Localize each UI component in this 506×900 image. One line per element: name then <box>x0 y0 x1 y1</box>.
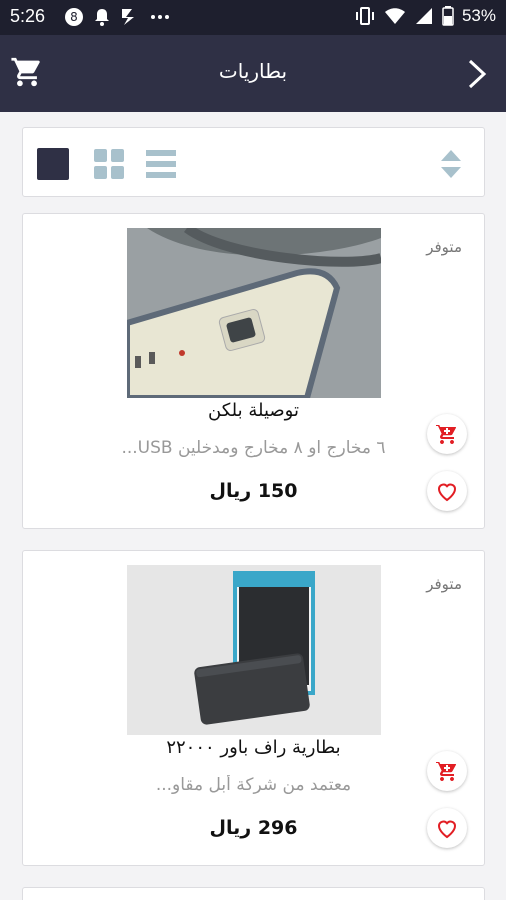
svg-text:8: 8 <box>70 10 78 24</box>
product-image-power-bank[interactable] <box>127 565 381 735</box>
circle-8-icon: 8 <box>65 8 83 26</box>
heart-icon <box>437 820 457 839</box>
app-bar: بطاريات <box>0 35 506 112</box>
vibrate-icon <box>355 7 374 25</box>
bell-icon <box>95 9 109 26</box>
heart-icon <box>437 483 457 502</box>
product-price: 150 ريال <box>209 480 298 502</box>
view-toolbar <box>22 127 485 197</box>
product-card[interactable]: متوفر توصيلة بلكن ٦ مخارج او ٨ مخارج ومد… <box>22 213 485 529</box>
cell-signal-icon <box>415 8 432 24</box>
product-image-power-strip[interactable] <box>127 228 381 398</box>
battery-icon <box>442 6 454 26</box>
sort-icon[interactable] <box>440 148 462 180</box>
product-price: 296 ريال <box>209 817 298 839</box>
add-cart-icon <box>436 761 457 781</box>
product-card[interactable]: متوفر بطارية راف باور ٢٢٠٠٠ معتمد من شرك… <box>22 550 485 866</box>
grid-view-icon[interactable] <box>93 148 125 180</box>
status-time: 5:26 <box>10 6 46 26</box>
product-name: توصيلة بلكن <box>208 400 299 421</box>
stock-status: متوفر <box>426 238 462 256</box>
favorite-button[interactable] <box>427 471 467 511</box>
page-title: بطاريات <box>218 59 288 83</box>
product-card[interactable] <box>22 887 485 900</box>
list-view-icon[interactable] <box>145 148 177 180</box>
single-view-icon[interactable] <box>37 148 69 180</box>
battery-percent: 53% <box>461 6 496 25</box>
stock-status: متوفر <box>426 575 462 593</box>
wifi-icon <box>384 8 405 24</box>
product-description: ٦ مخارج او ٨ مخارج ومدخلين USB... <box>121 438 386 458</box>
chevron-right-icon <box>468 59 487 89</box>
add-cart-icon <box>436 424 457 444</box>
back-button[interactable] <box>462 57 492 91</box>
status-right: 53% <box>354 6 496 26</box>
product-name: بطارية راف باور ٢٢٠٠٠ <box>166 737 341 758</box>
more-dots-icon <box>151 15 169 19</box>
add-to-cart-button[interactable] <box>427 751 467 791</box>
favorite-button[interactable] <box>427 808 467 848</box>
add-to-cart-button[interactable] <box>427 414 467 454</box>
sim-signal-icon <box>122 9 134 25</box>
status-left-icons: 8 <box>64 7 170 27</box>
status-bar: 5:26 8 53% <box>0 0 506 35</box>
product-description: معتمد من شركة أبل مقاو... <box>155 775 352 795</box>
